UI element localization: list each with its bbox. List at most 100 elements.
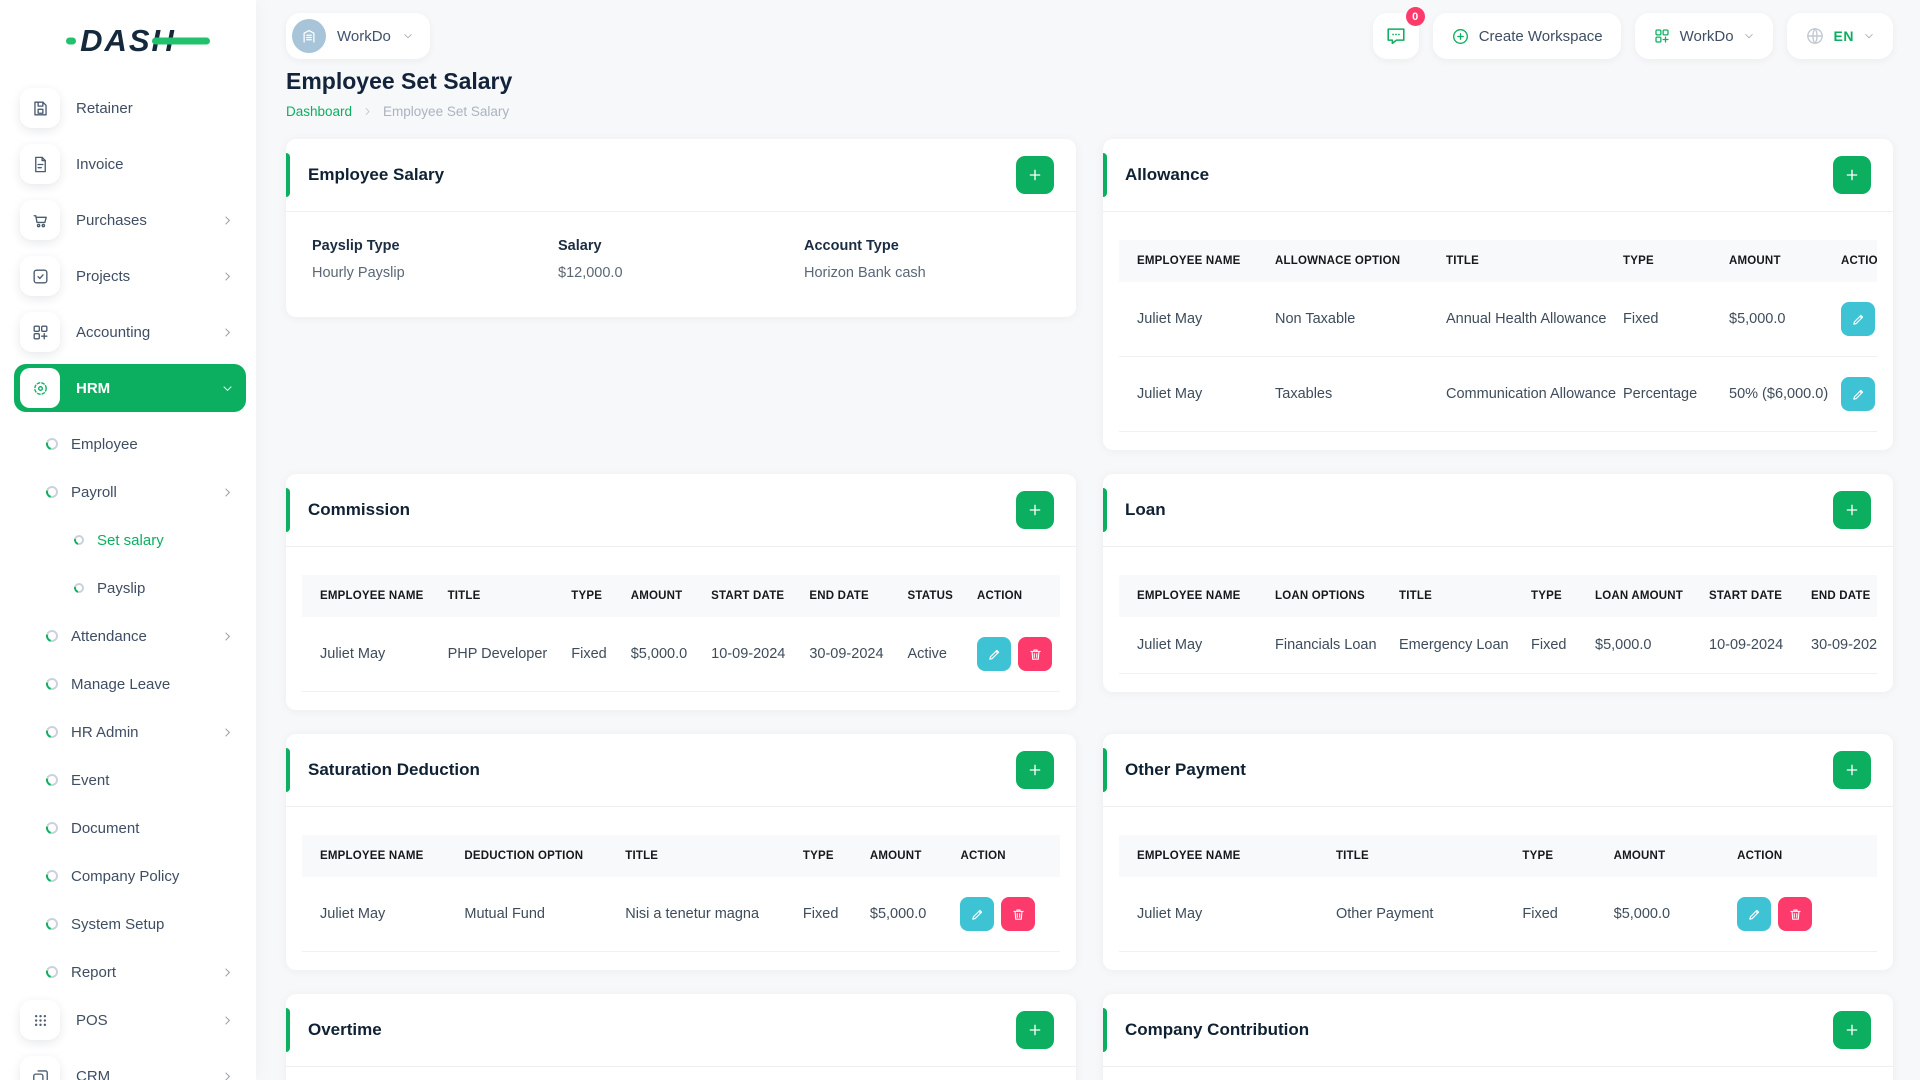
add-company-contribution-button[interactable] — [1833, 1011, 1871, 1049]
chevron-right-icon — [221, 966, 234, 979]
column-header: AMOUNT — [1601, 835, 1726, 877]
messages-button[interactable]: 0 — [1372, 7, 1425, 59]
edit-button[interactable] — [960, 897, 995, 931]
chevron-down-icon — [402, 30, 414, 42]
add-saturation-deduction-button[interactable] — [1016, 751, 1054, 789]
edit-button[interactable] — [1841, 377, 1875, 411]
building-icon — [300, 27, 318, 45]
pencil-icon — [1851, 387, 1866, 402]
edit-button[interactable] — [977, 637, 1012, 671]
sidebar-item-purchases[interactable]: Purchases — [14, 196, 246, 244]
column-header: TITLE — [1323, 835, 1511, 877]
sidebar-item-system-setup[interactable]: System Setup — [14, 900, 246, 948]
sidebar-item-payslip[interactable]: Payslip — [14, 564, 246, 612]
table-cell: 10-09-2024 — [1697, 617, 1799, 674]
sidebar-item-label: HRM — [76, 379, 111, 397]
add-loan-button[interactable] — [1833, 491, 1871, 529]
app-logo[interactable]: DASH — [0, 0, 256, 82]
commission-card: Commission EMPLOYEE NAME TITLE TYPE AMOUNT S… — [286, 474, 1076, 710]
table-row: Juliet May Taxables Communication Allowanc… — [1119, 356, 1877, 432]
delete-button[interactable] — [1018, 637, 1053, 671]
card-title: Employee Salary — [308, 165, 445, 184]
allowance-card: Allowance EMPLOYEE NAME ALLOWNACE OPTION T… — [1103, 139, 1893, 450]
delete-button[interactable] — [1778, 897, 1813, 931]
table-cell: Juliet May — [1119, 877, 1324, 952]
sidebar-item-report[interactable]: Report — [14, 948, 246, 996]
field-value: Hourly Payslip — [312, 265, 405, 281]
column-header: END DATE — [797, 575, 896, 617]
table-cell: Mutual Fund — [452, 877, 614, 952]
sidebar-item-hrm[interactable]: HRM — [14, 364, 246, 412]
table-cell: Taxables — [1263, 356, 1434, 432]
other-payment-data-table: EMPLOYEE NAME TITLE TYPE AMOUNT ACTION Juliet… — [1119, 835, 1877, 952]
sidebar-item-invoice[interactable]: Invoice — [14, 140, 246, 188]
add-commission-button[interactable] — [1016, 491, 1054, 529]
sidebar-item-label: Retainer — [76, 99, 133, 117]
table-cell: Fixed — [1510, 877, 1602, 952]
table-cell: 50% ($6,000.0) — [1717, 356, 1829, 432]
column-header: ACTION — [1829, 240, 1877, 282]
create-workspace-button[interactable]: Create Workspace — [1432, 13, 1621, 59]
column-header: START DATE — [699, 575, 798, 617]
language-selector[interactable]: EN — [1786, 13, 1893, 59]
table-cell-actions — [965, 617, 1060, 692]
add-other-payment-button[interactable] — [1833, 751, 1871, 789]
loan-card: Loan EMPLOYEE NAME LOAN OPTIONS TITLE TYPE L… — [1103, 474, 1893, 692]
card-header: Overtime — [286, 994, 1076, 1067]
table-cell: Fixed — [1519, 617, 1583, 674]
sidebar-item-pos[interactable]: POS — [14, 996, 246, 1044]
workspace-switcher[interactable]: WorkDo — [1634, 13, 1773, 59]
sidebar-item-attendance[interactable]: Attendance — [14, 612, 246, 660]
sidebar-item-set-salary[interactable]: Set salary — [14, 516, 246, 564]
sidebar-item-event[interactable]: Event — [14, 756, 246, 804]
table-cell: $5,000.0 — [618, 617, 700, 692]
loan-table: EMPLOYEE NAME LOAN OPTIONS TITLE TYPE LOAN A… — [1119, 575, 1877, 674]
table-row: Juliet May Non Taxable Annual Health Allow… — [1119, 282, 1877, 357]
plus-icon — [1844, 762, 1860, 778]
table-cell: Other Payment — [1323, 877, 1511, 952]
sidebar-item-document[interactable]: Document — [14, 804, 246, 852]
workspace-selector[interactable]: WorkDo — [286, 13, 430, 59]
sidebar-item-label: Payslip — [97, 579, 146, 597]
column-header: STATUS — [895, 575, 966, 617]
breadcrumb-current: Employee Set Salary — [383, 104, 510, 119]
sidebar-item-payroll[interactable]: Payroll — [14, 468, 246, 516]
table-cell: $5,000.0 — [1583, 617, 1697, 674]
field-label: Salary — [558, 238, 602, 254]
chevron-right-icon — [221, 326, 234, 339]
sidebar-item-projects[interactable]: Projects — [14, 252, 246, 300]
bullet-donut-icon — [43, 963, 61, 981]
card-header: Other Payment — [1103, 734, 1893, 807]
sidebar-item-retainer[interactable]: Retainer — [14, 84, 246, 132]
sidebar-item-label: Projects — [76, 267, 131, 285]
saturation-deduction-table: EMPLOYEE NAME DEDUCTION OPTION TITLE TYPE AM… — [302, 835, 1060, 952]
breadcrumb-dashboard-link[interactable]: Dashboard — [286, 104, 352, 119]
sidebar-item-accounting[interactable]: Accounting — [14, 308, 246, 356]
column-header: TYPE — [1510, 835, 1602, 877]
table-cell: $5,000.0 — [1601, 877, 1726, 952]
delete-button[interactable] — [1001, 897, 1036, 931]
field-label: Payslip Type — [312, 238, 400, 254]
table-row: Juliet May PHP Developer Fixed $5,000.0 10-0… — [302, 617, 1060, 692]
sidebar-item-employee[interactable]: Employee — [14, 420, 246, 468]
card-header: Company Contribution — [1103, 994, 1893, 1067]
sidebar-item-company-policy[interactable]: Company Policy — [14, 852, 246, 900]
chat-icon — [1385, 25, 1407, 47]
add-overtime-button[interactable] — [1016, 1011, 1054, 1049]
sidebar-item-hr-admin[interactable]: HR Admin — [14, 708, 246, 756]
sidebar-item-label: HR Admin — [71, 723, 139, 741]
add-allowance-button[interactable] — [1833, 156, 1871, 194]
edit-button[interactable] — [1841, 302, 1875, 336]
add-employee-salary-button[interactable] — [1016, 156, 1054, 194]
table-cell: Emergency Loan — [1387, 617, 1519, 674]
column-header: EMPLOYEE NAME — [1119, 575, 1263, 617]
pencil-icon — [970, 907, 985, 922]
pencil-icon — [1747, 907, 1762, 922]
edit-button[interactable] — [1737, 897, 1772, 931]
plus-icon — [1844, 1022, 1860, 1038]
field-label: Account Type — [804, 238, 899, 254]
field: Salary $12,000.0 — [558, 238, 804, 281]
sidebar-item-manage-leave[interactable]: Manage Leave — [14, 660, 246, 708]
sidebar-item-crm[interactable]: CRM — [14, 1052, 246, 1080]
card-header: Employee Salary — [286, 139, 1076, 212]
